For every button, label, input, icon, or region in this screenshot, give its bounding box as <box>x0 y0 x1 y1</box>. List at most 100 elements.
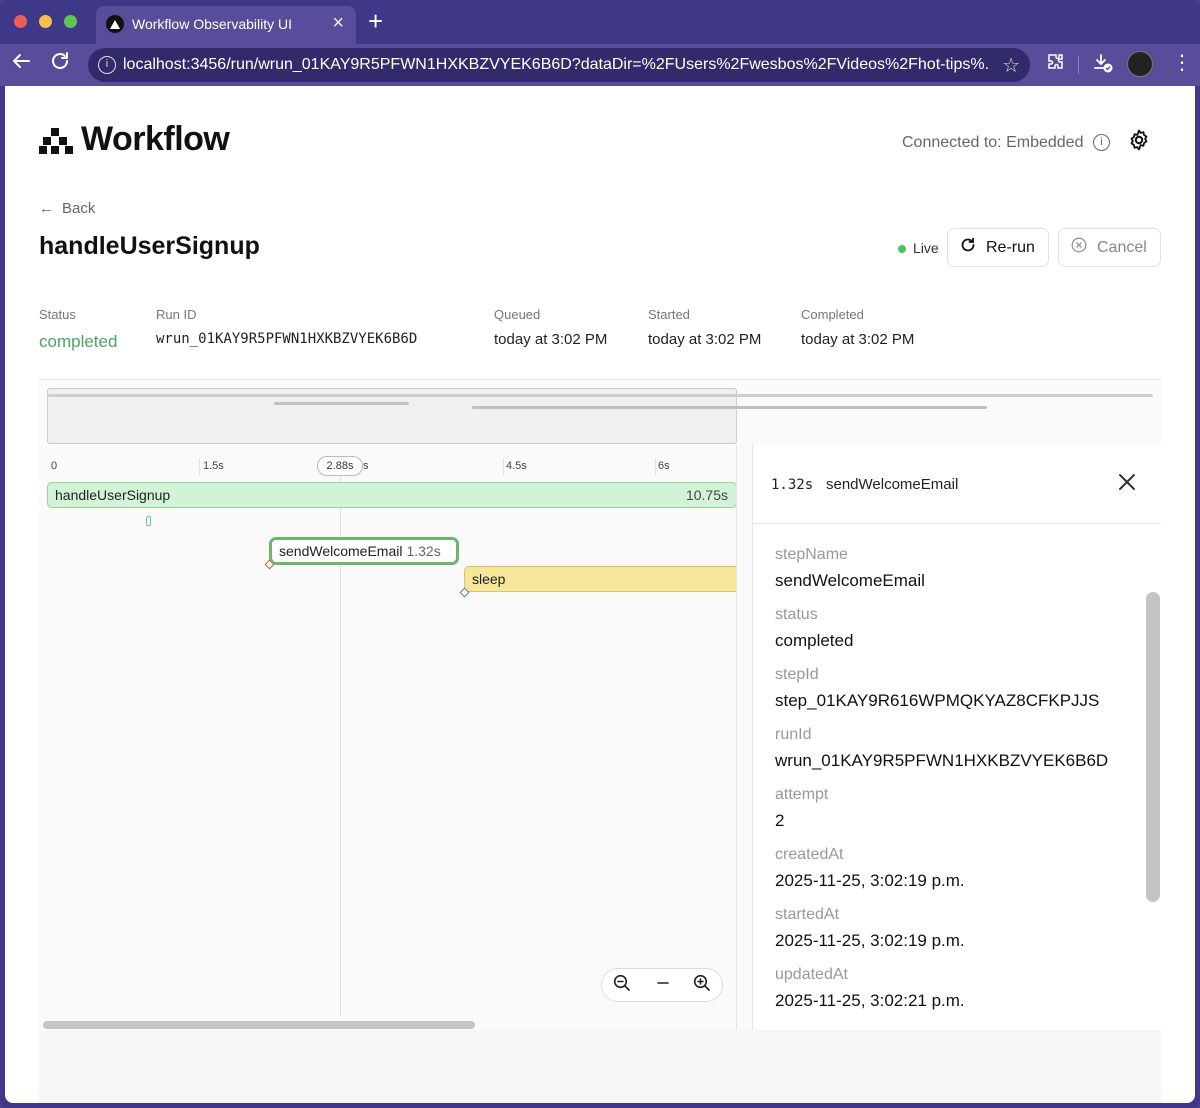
downloads-icon[interactable] <box>1092 52 1114 80</box>
field-runid: runId wrun_01KAY9R5PFWN1HXKBZVYEK6B6D <box>775 726 1108 771</box>
vertical-scrollbar[interactable] <box>1146 592 1160 902</box>
field-label: attempt <box>775 786 829 803</box>
minimize-window-button[interactable] <box>39 15 52 28</box>
zoom-in-icon[interactable] <box>693 974 711 997</box>
browser-window: Workflow Observability UI × + i localhos… <box>0 0 1200 1108</box>
zoom-controls <box>601 968 723 1002</box>
back-link[interactable]: ← Back <box>39 200 95 217</box>
rerun-button[interactable]: Re-run <box>947 228 1049 267</box>
ruler-tick <box>503 458 504 476</box>
time-cursor-label: 2.88s <box>317 456 363 476</box>
zoom-window-button[interactable] <box>64 15 77 28</box>
span-sleep[interactable]: sleep <box>464 566 737 592</box>
timeline-minimap[interactable] <box>47 388 1153 444</box>
bookmark-star-icon[interactable]: ☆ <box>1002 53 1020 78</box>
field-attempt: attempt 2 <box>775 786 828 831</box>
span-marker[interactable] <box>146 516 151 526</box>
field-status: status completed <box>775 606 853 651</box>
page-title: handleUserSignup <box>39 232 260 260</box>
back-arrow-icon[interactable] <box>10 50 32 78</box>
live-label: Live <box>913 240 939 256</box>
tab-title: Workflow Observability UI <box>132 16 293 32</box>
completed-label: Completed <box>801 307 864 322</box>
field-value: step_01KAY9R616WPMQKYAZ8CFKPJJS <box>775 691 1100 710</box>
runid-label: Run ID <box>156 307 197 322</box>
field-value: 2025-11-25, 3:02:19 p.m. <box>775 931 965 950</box>
zoom-reset-icon[interactable] <box>654 974 672 997</box>
field-value: completed <box>775 631 854 650</box>
close-icon[interactable] <box>1117 468 1137 499</box>
minimap-span <box>274 402 409 405</box>
panel-duration: 1.32s <box>771 477 814 493</box>
field-value: 2025-11-25, 3:02:19 p.m. <box>775 871 965 890</box>
extensions-icon[interactable] <box>1046 52 1066 78</box>
logo-text: Workflow <box>81 120 230 158</box>
ruler-label: 1.5s <box>203 460 224 472</box>
span-sendwelcomeemail[interactable]: sendWelcomeEmail 1.32s <box>269 537 459 565</box>
cancel-button[interactable]: Cancel <box>1058 228 1161 267</box>
close-tab-icon[interactable]: × <box>332 12 344 35</box>
field-label: runId <box>775 726 812 743</box>
live-indicator: Live <box>898 240 939 256</box>
triangle-logo-icon <box>106 15 124 33</box>
completed-value: today at 3:02 PM <box>801 331 915 348</box>
connection-status: Connected to: Embedded <box>902 134 1084 151</box>
zoom-out-icon[interactable] <box>613 974 631 997</box>
profile-avatar[interactable] <box>1127 51 1153 77</box>
ruler-label: s <box>363 460 369 472</box>
gear-icon[interactable] <box>1127 128 1151 159</box>
toolbar-divider <box>1078 56 1079 74</box>
browser-toolbar: i localhost:3456/run/wrun_01KAY9R5PFWN1H… <box>0 44 1200 86</box>
workflow-logo[interactable]: Workflow <box>39 120 230 159</box>
span-handleusersignup[interactable]: handleUserSignup 10.75s <box>47 482 737 508</box>
field-createdat: createdAt 2025-11-25, 3:02:19 p.m. <box>775 846 965 891</box>
span-name: sleep <box>472 571 506 587</box>
ruler-tick <box>199 458 200 476</box>
field-label: stepId <box>775 666 819 683</box>
minimap-track <box>48 394 1153 397</box>
status-label: Status <box>39 307 76 322</box>
ruler-tick <box>655 458 656 476</box>
horizontal-scrollbar[interactable] <box>43 1021 475 1029</box>
menu-kebab-icon[interactable]: ⋮ <box>1172 50 1192 75</box>
divider <box>736 444 737 1103</box>
runid-value: wrun_01KAY9R5PFWN1HXKBZVYEK6B6D <box>156 331 418 347</box>
status-badge: completed <box>39 332 118 351</box>
reload-icon[interactable] <box>49 50 71 78</box>
queued-value: today at 3:02 PM <box>494 331 608 348</box>
field-label: stepName <box>775 546 848 563</box>
back-label: Back <box>62 200 96 217</box>
started-label: Started <box>648 307 690 322</box>
url-text[interactable]: localhost:3456/run/wrun_01KAY9R5PFWN1HXK… <box>123 56 988 74</box>
new-tab-icon[interactable]: + <box>368 6 383 37</box>
field-value: 2025-11-25, 3:02:21 p.m. <box>775 991 965 1010</box>
trace-footer <box>39 1030 1161 1103</box>
live-dot-icon <box>898 245 906 253</box>
tab-bar: Workflow Observability UI × + <box>0 0 1200 44</box>
browser-tab[interactable]: Workflow Observability UI × <box>96 6 356 44</box>
panel-title: sendWelcomeEmail <box>826 476 959 493</box>
cancel-label: Cancel <box>1097 238 1147 256</box>
field-value: 2 <box>775 811 785 830</box>
field-value: sendWelcomeEmail <box>775 571 925 590</box>
arrow-left-icon: ← <box>39 200 54 217</box>
info-icon[interactable]: i <box>1093 134 1110 151</box>
panel-header: 1.32s sendWelcomeEmail <box>753 444 1161 524</box>
ruler-label: 6s <box>658 460 670 472</box>
field-stepname: stepName sendWelcomeEmail <box>775 546 925 591</box>
ruler-label: 4.5s <box>506 460 527 472</box>
close-window-button[interactable] <box>14 15 27 28</box>
rerun-label: Re-run <box>986 238 1035 256</box>
workflow-logo-icon <box>39 125 73 155</box>
field-stepid: stepId step_01KAY9R616WPMQKYAZ8CFKPJJS <box>775 666 1099 711</box>
address-bar[interactable]: i localhost:3456/run/wrun_01KAY9R5PFWN1H… <box>88 48 1030 82</box>
span-duration: 10.75s <box>685 487 728 503</box>
field-value: wrun_01KAY9R5PFWN1HXKBZVYEK6B6D <box>775 751 1109 770</box>
started-value: today at 3:02 PM <box>648 331 762 348</box>
info-icon[interactable]: i <box>98 56 116 74</box>
span-detail-panel: 1.32s sendWelcomeEmail stepName sendWelc… <box>752 444 1161 1030</box>
ruler-label: 0 <box>51 460 58 472</box>
queued-label: Queued <box>494 307 541 322</box>
refresh-icon <box>960 237 976 258</box>
span-name: sendWelcomeEmail <box>279 543 403 559</box>
